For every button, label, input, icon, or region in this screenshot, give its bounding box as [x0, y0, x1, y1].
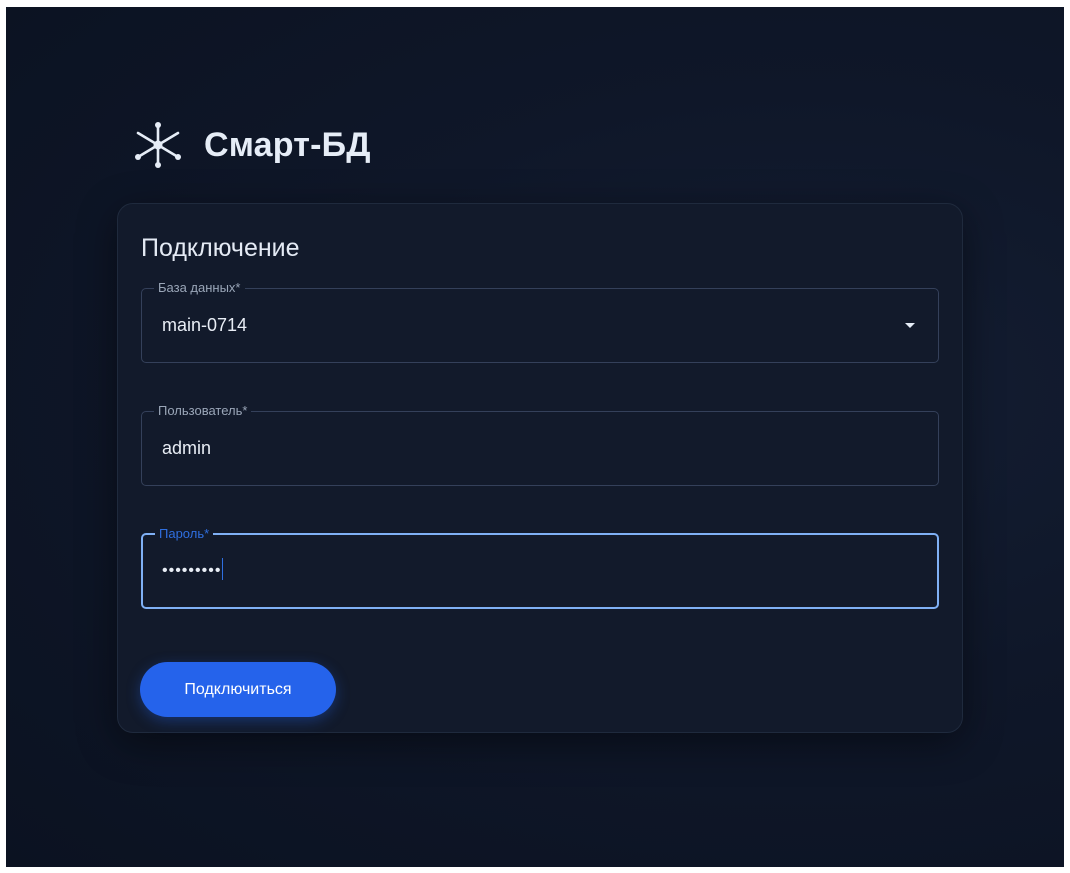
password-value: ••••••••• [162, 562, 222, 579]
card-title: Подключение [141, 234, 300, 262]
database-label: База данных* [158, 280, 241, 295]
connection-card: Подключение База данных* main-0714 Польз… [117, 203, 963, 733]
database-select[interactable]: База данных* main-0714 [141, 281, 939, 363]
text-caret [222, 557, 224, 580]
user-value: admin [162, 438, 212, 458]
app-background: Смарт-БД Подключение База данных* main-0… [6, 7, 1064, 867]
brand-header: Смарт-БД [130, 119, 371, 171]
user-field[interactable]: Пользователь* admin [141, 404, 939, 486]
user-label: Пользователь* [158, 403, 248, 418]
connect-button[interactable]: Подключиться [140, 662, 336, 717]
database-field-outline: База данных* [141, 281, 939, 363]
password-label: Пароль* [159, 526, 210, 541]
app-title: Смарт-БД [204, 125, 371, 164]
user-field-outline: Пользователь* [141, 404, 939, 486]
network-hub-icon [135, 122, 181, 168]
password-value-wrap: ••••••••• [162, 557, 224, 583]
password-field-outline: Пароль* [141, 527, 939, 609]
database-value: main-0714 [162, 315, 248, 335]
password-field[interactable]: Пароль* ••••••••• [141, 527, 939, 609]
dropdown-arrow-icon[interactable] [905, 323, 915, 328]
